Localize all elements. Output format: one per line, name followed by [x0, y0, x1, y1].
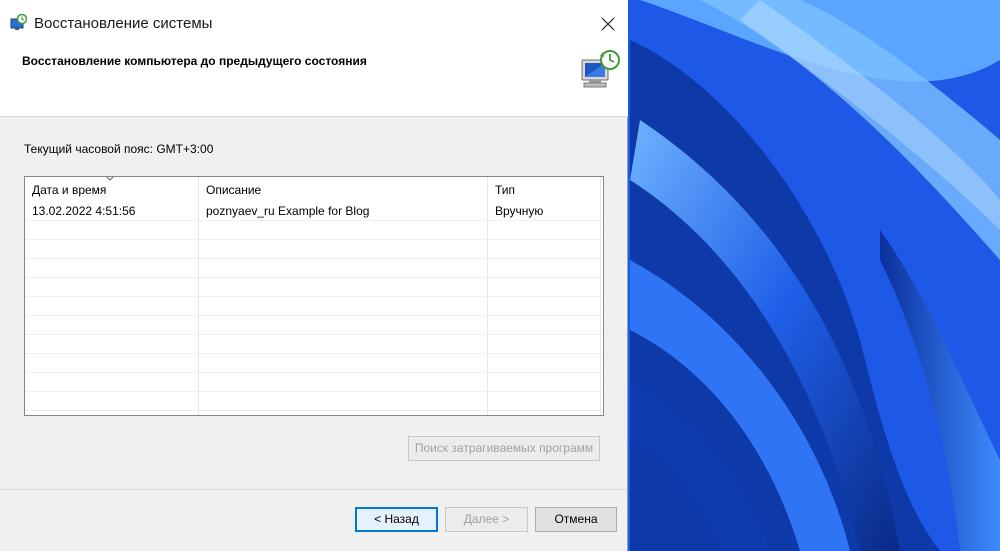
sort-arrow-icon [106, 177, 114, 181]
table-row-empty [25, 297, 603, 316]
timezone-label: Текущий часовой пояс: GMT+3:00 [24, 142, 214, 156]
row-description: poznyaev_ru Example for Blog [206, 204, 370, 218]
page-title: Восстановление компьютера до предыдущего… [22, 54, 367, 68]
table-row-empty [25, 278, 603, 297]
table-row-empty [25, 221, 603, 240]
system-restore-icon [10, 14, 27, 30]
cancel-button[interactable]: Отмена [535, 507, 617, 532]
close-button[interactable] [590, 8, 626, 40]
row-type: Вручную [495, 204, 544, 218]
footer-divider [0, 489, 627, 490]
table-row-empty [25, 354, 603, 373]
column-header-type[interactable]: Тип [488, 177, 603, 202]
restore-points-list[interactable]: Дата и время Описание Тип 13.02.2022 4:5… [24, 176, 604, 416]
system-restore-dialog: Восстановление системы Восстановление ко… [0, 0, 628, 551]
computer-restore-icon [581, 50, 620, 88]
table-row-empty [25, 392, 603, 411]
back-button[interactable]: < Назад [355, 507, 438, 532]
table-row[interactable]: 13.02.2022 4:51:56 poznyaev_ru Example f… [25, 202, 603, 221]
table-row-empty [25, 373, 603, 392]
table-row-empty [25, 316, 603, 335]
table-row-empty [25, 335, 603, 354]
next-button[interactable]: Далее > [445, 507, 528, 532]
column-header-date[interactable]: Дата и время [25, 177, 199, 202]
table-row-empty [25, 240, 603, 259]
row-date: 13.02.2022 4:51:56 [32, 204, 136, 218]
column-header-description[interactable]: Описание [199, 177, 488, 202]
title-bar[interactable]: Восстановление системы [0, 0, 628, 42]
table-row-empty [25, 259, 603, 278]
list-header: Дата и время Описание Тип [25, 177, 603, 202]
wizard-header: Восстановление компьютера до предыдущего… [0, 42, 628, 117]
window-title: Восстановление системы [34, 15, 213, 32]
scan-affected-programs-button[interactable]: Поиск затрагиваемых программ [408, 436, 600, 461]
close-icon [601, 17, 615, 31]
